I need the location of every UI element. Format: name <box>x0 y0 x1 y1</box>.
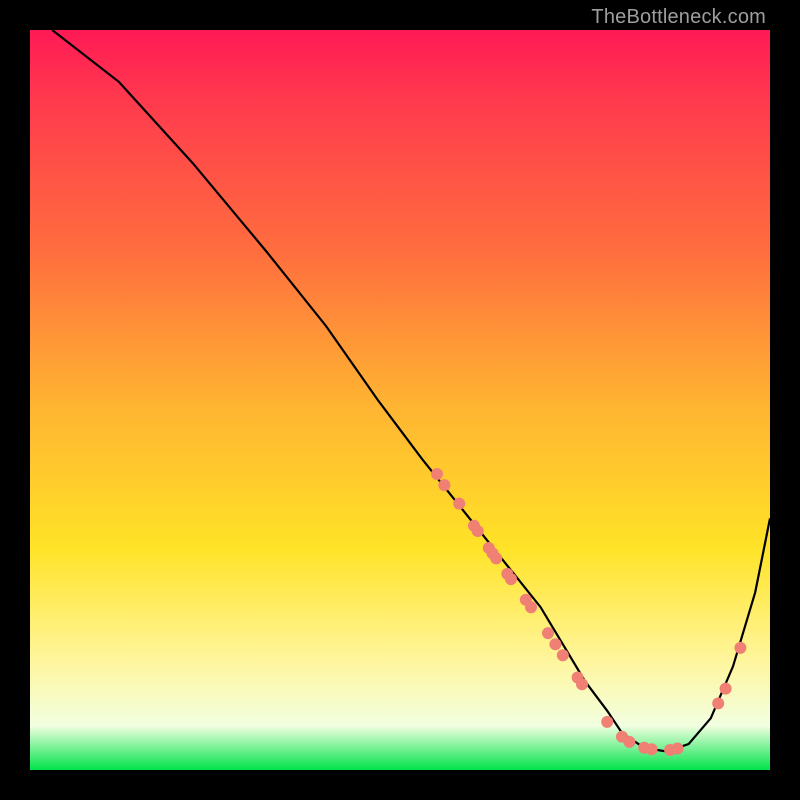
curve-dot <box>431 468 443 480</box>
curve-dot <box>542 627 554 639</box>
curve-dot <box>490 552 502 564</box>
curve-dot <box>601 716 613 728</box>
curve-dot <box>557 649 569 661</box>
curve-dot <box>549 638 561 650</box>
curve-dot <box>712 697 724 709</box>
curve-svg <box>30 30 770 770</box>
curve-dot <box>623 736 635 748</box>
curve-dot <box>472 525 484 537</box>
curve-dot <box>505 573 517 585</box>
plot-area <box>30 30 770 770</box>
curve-dot <box>734 642 746 654</box>
bottleneck-curve <box>52 30 770 752</box>
curve-dot <box>438 479 450 491</box>
curve-dot <box>646 743 658 755</box>
watermark-text: TheBottleneck.com <box>591 6 766 29</box>
curve-dot <box>525 601 537 613</box>
curve-dot <box>720 683 732 695</box>
curve-dot <box>576 678 588 690</box>
curve-dot <box>672 743 684 755</box>
curve-dots <box>431 468 746 756</box>
chart-stage: TheBottleneck.com <box>0 0 800 800</box>
curve-dot <box>453 498 465 510</box>
